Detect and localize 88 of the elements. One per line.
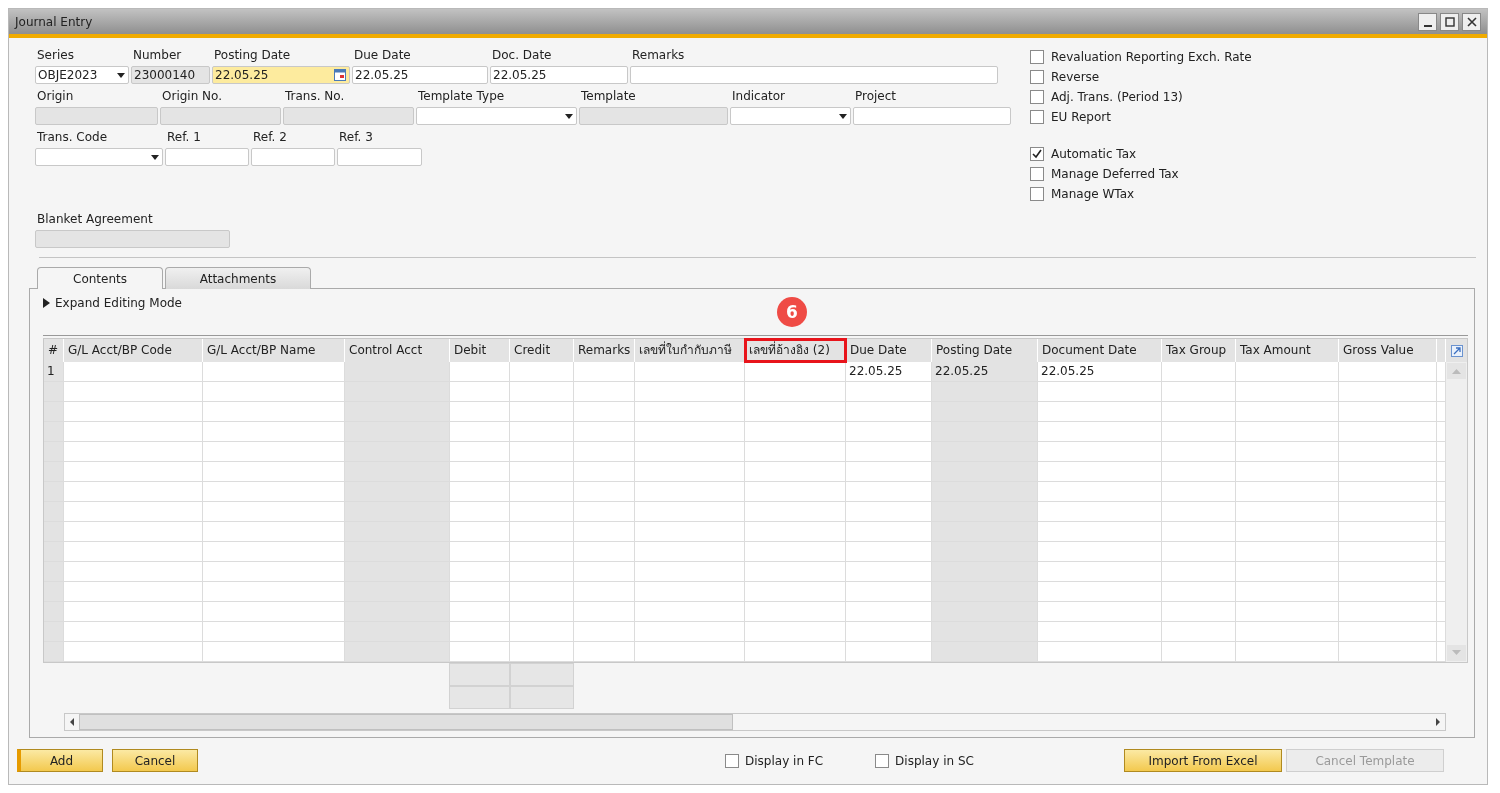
input-field: 23000140: [131, 66, 210, 84]
checkbox[interactable]: [1030, 186, 1044, 201]
column-header[interactable]: Tax Group: [1162, 339, 1236, 362]
field-label: Ref. 3: [338, 129, 373, 146]
button[interactable]: Cancel: [112, 749, 198, 772]
checkbox[interactable]: [1030, 69, 1044, 84]
checkbox[interactable]: [1030, 109, 1044, 124]
input-field[interactable]: [337, 148, 422, 166]
checkbox[interactable]: [875, 753, 890, 768]
calendar-icon[interactable]: [334, 69, 346, 81]
field-label: Trans. Code: [36, 129, 108, 146]
checkbox-label: Revaluation Reporting Exch. Rate: [1051, 49, 1252, 64]
button[interactable]: Import From Excel: [1124, 749, 1282, 772]
table-cell: 22.05.25: [1038, 362, 1162, 382]
tab[interactable]: Attachments: [165, 267, 311, 289]
column-header[interactable]: Document Date: [1038, 339, 1162, 362]
input-field[interactable]: [251, 148, 335, 166]
column-header[interactable]: Debit: [450, 339, 510, 362]
input-field[interactable]: 22.05.25: [490, 66, 628, 84]
field-label: Doc. Date: [491, 47, 552, 64]
credit-balance-field: [510, 686, 574, 709]
field-label: Indicator: [731, 88, 786, 105]
field-label: Origin: [36, 88, 74, 105]
checkbox[interactable]: [725, 753, 739, 768]
input-field[interactable]: [630, 66, 998, 84]
field-label: Number: [132, 47, 182, 64]
close-button[interactable]: [1462, 12, 1481, 31]
debit-balance-field: [449, 686, 510, 709]
date-field[interactable]: 22.05.25: [212, 66, 350, 84]
checkbox-label: Display in FC: [745, 753, 824, 768]
dropdown-caret-icon[interactable]: [151, 154, 159, 160]
dropdown-caret-icon[interactable]: [839, 113, 847, 119]
column-header[interactable]: เลขที่ใบกำกับภาษี: [635, 339, 745, 362]
column-header[interactable]: Remarks: [574, 339, 635, 362]
checkbox-label: EU Report: [1051, 109, 1111, 124]
column-header[interactable]: Gross Value: [1339, 339, 1437, 362]
column-header[interactable]: G/L Acct/BP Name: [203, 339, 345, 362]
checkbox-label: Display in SC: [895, 753, 974, 768]
horizontal-scrollbar[interactable]: [64, 713, 1446, 731]
dropdown-field[interactable]: [35, 148, 163, 166]
button: Cancel Template: [1286, 749, 1444, 772]
expand-grid-icon[interactable]: [1450, 344, 1463, 357]
scroll-thumb[interactable]: [79, 714, 733, 730]
minimize-button[interactable]: [1418, 12, 1437, 31]
checkbox-label: Manage WTax: [1051, 186, 1135, 201]
column-header[interactable]: Credit: [510, 339, 574, 362]
tab[interactable]: Contents: [37, 267, 163, 289]
input-field[interactable]: [165, 148, 249, 166]
close-icon[interactable]: [1466, 16, 1477, 27]
checkbox[interactable]: [1030, 146, 1044, 161]
column-header[interactable]: G/L Acct/BP Code: [64, 339, 203, 362]
button[interactable]: Add: [17, 749, 103, 772]
checkbox[interactable]: [1030, 49, 1044, 64]
field-label: Due Date: [353, 47, 411, 64]
field-label: Remarks: [631, 47, 685, 64]
checkbox-label: Reverse: [1051, 69, 1100, 84]
dropdown-caret-icon[interactable]: [117, 72, 125, 78]
input-field[interactable]: 22.05.25: [352, 66, 488, 84]
field-label: Origin No.: [161, 88, 222, 105]
checkbox[interactable]: [1030, 89, 1044, 104]
checkbox-label: Manage Deferred Tax: [1051, 166, 1179, 181]
row-number-cell: 1: [44, 362, 64, 382]
dropdown-caret-icon[interactable]: [565, 113, 573, 119]
expand-toggle[interactable]: Expand Editing Mode: [55, 296, 182, 310]
column-header[interactable]: Tax Amount: [1236, 339, 1339, 362]
checkbox[interactable]: [1030, 166, 1044, 181]
dropdown-field[interactable]: OBJE2023: [35, 66, 129, 84]
window-title: Journal Entry: [15, 14, 93, 29]
field-label: Template Type: [417, 88, 505, 105]
field-label: Ref. 1: [166, 129, 201, 146]
maximize-button[interactable]: [1440, 12, 1459, 31]
expand-triangle-icon[interactable]: [43, 298, 50, 308]
field-label: Trans. No.: [284, 88, 345, 105]
table-cell: 22.05.25: [932, 362, 1038, 382]
dropdown-field[interactable]: [730, 107, 851, 125]
maximize-icon[interactable]: [1444, 16, 1455, 27]
input-field[interactable]: [853, 107, 1011, 125]
field-label: Template: [580, 88, 636, 105]
checkbox-label: Automatic Tax: [1051, 146, 1137, 161]
field-label: Blanket Agreement: [36, 211, 153, 228]
field-label: Ref. 2: [252, 129, 287, 146]
field-label: Posting Date: [213, 47, 291, 64]
column-header[interactable]: Due Date: [846, 339, 932, 362]
dropdown-field[interactable]: [416, 107, 577, 125]
field-label: Series: [36, 47, 74, 64]
checkbox-label: Adj. Trans. (Period 13): [1051, 89, 1183, 104]
step-badge: 6: [777, 297, 807, 327]
field-label: Project: [854, 88, 897, 105]
